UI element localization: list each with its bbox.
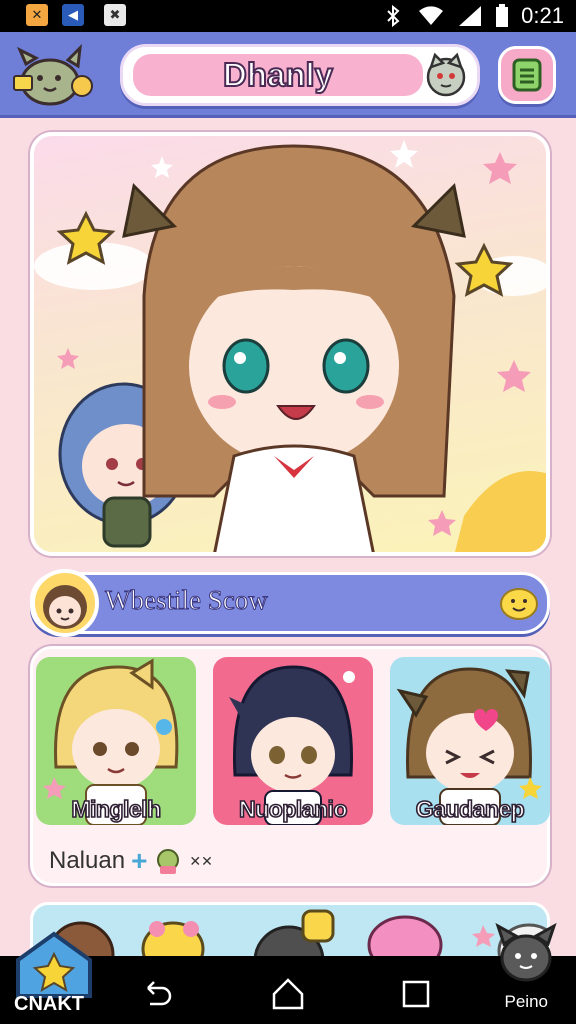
- app-notification-icon: ✕: [26, 4, 48, 26]
- character-card[interactable]: Nuoplanio: [213, 657, 373, 825]
- hero-scene: [34, 140, 546, 552]
- clock: 0:21: [521, 3, 564, 28]
- character-avatar-icon: [43, 585, 87, 629]
- cactus-icon: [157, 849, 180, 874]
- character-strip-art: [47, 909, 547, 959]
- home-label[interactable]: CNAKT: [4, 993, 94, 1016]
- footer-label: Naluan: [49, 847, 126, 874]
- app-notification-icon: ◀: [62, 4, 84, 26]
- sparkle-icon: ✕✕: [189, 852, 213, 869]
- wifi-icon: [419, 6, 444, 25]
- character-name: Gaudanep: [415, 795, 526, 823]
- profile-avatar-icon[interactable]: [421, 51, 471, 99]
- home-button-icon[interactable]: [268, 974, 308, 1014]
- star-icon: [428, 510, 456, 536]
- signal-icon: [459, 6, 482, 26]
- navigation-bar: CNAKT Peino: [0, 922, 576, 1024]
- plus-icon[interactable]: +: [131, 845, 147, 877]
- smiley-icon[interactable]: [499, 584, 539, 624]
- status-bar: ✕ ◀ ✖ 0:21: [0, 0, 576, 32]
- character-panel: Minglelh Nuoplanio Gaudanep Naluan + ✕✕: [30, 646, 550, 886]
- section-banner[interactable]: Wbestile Scow: [30, 569, 550, 637]
- app-title-box: Dhanly: [133, 54, 423, 96]
- main-character-icon: [122, 144, 466, 552]
- app-notification-icon: ✖: [104, 4, 126, 26]
- panel-footer[interactable]: Naluan + ✕✕: [49, 845, 213, 877]
- character-name: Nuoplanio: [238, 795, 348, 823]
- battery-icon: [496, 4, 509, 27]
- star-icon: [497, 360, 531, 392]
- character-name: Minglelh: [71, 795, 162, 823]
- mascot-icon[interactable]: [10, 42, 96, 108]
- back-icon[interactable]: [136, 974, 176, 1014]
- character-card[interactable]: Gaudanep: [390, 657, 550, 825]
- star-icon: [483, 152, 517, 184]
- character-card[interactable]: Minglelh: [36, 657, 196, 825]
- menu-button[interactable]: [498, 46, 556, 104]
- sparkle-icon: [390, 140, 418, 168]
- hero-illustration[interactable]: [30, 132, 550, 556]
- character-strip[interactable]: [30, 902, 550, 962]
- sparkle-icon: [151, 156, 173, 178]
- search-bar[interactable]: Dhanly: [120, 44, 480, 106]
- bluetooth-icon: [387, 4, 400, 28]
- app-title: Dhanly: [222, 55, 334, 94]
- app-header: Dhanly: [0, 32, 576, 118]
- section-title: Wbestile Scow: [105, 585, 269, 616]
- banner-avatar: [31, 569, 99, 637]
- profile-label[interactable]: Peino: [505, 992, 548, 1012]
- list-icon: [512, 58, 542, 92]
- recent-apps-icon[interactable]: [396, 974, 436, 1014]
- profile-character-icon[interactable]: [490, 914, 562, 994]
- star-icon: [57, 348, 79, 369]
